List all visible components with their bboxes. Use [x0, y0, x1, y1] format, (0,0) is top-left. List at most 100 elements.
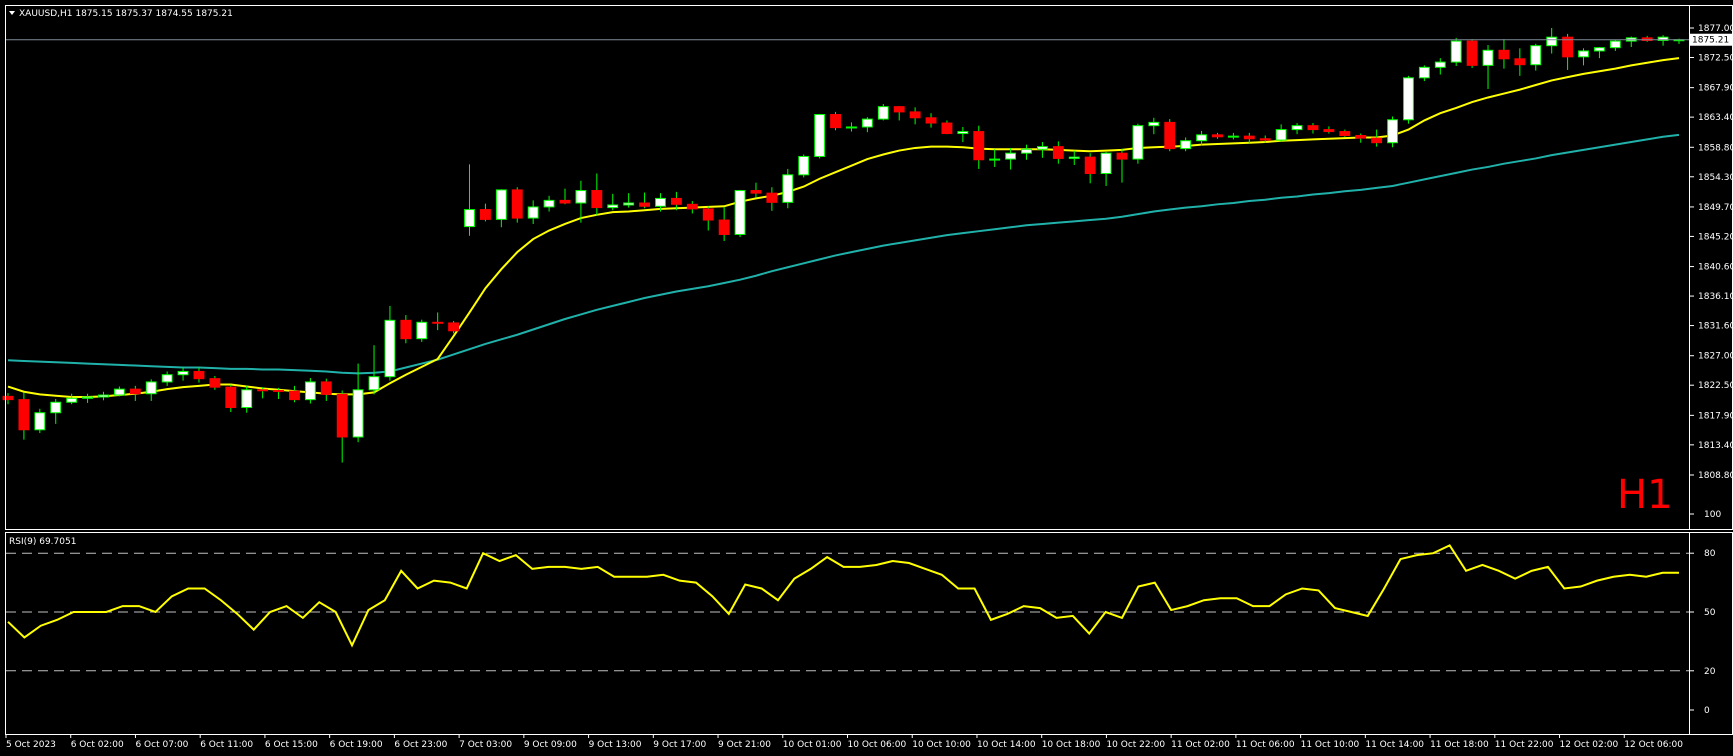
bull-candle-body: [1418, 66, 1430, 79]
bull-candle-body: [1132, 125, 1144, 160]
bear-candle-body: [289, 390, 300, 401]
timeframe-label: H1: [1617, 472, 1673, 518]
bull-candle-body: [66, 397, 78, 403]
price-tick-label: 1863.40: [1698, 113, 1733, 123]
bull-candle-body: [50, 401, 62, 414]
bull-candle-body: [384, 319, 396, 378]
time-tick-label: 9 Oct 13:00: [589, 740, 642, 750]
price-tick-label: 1817.90: [1698, 411, 1733, 421]
bull-candle-body: [543, 199, 555, 208]
bear-candle-body: [1212, 134, 1223, 138]
rsi-label: RSI(9) 69.7051: [9, 537, 76, 547]
bear-candle-body: [1466, 40, 1478, 66]
bull-candle-body: [1387, 119, 1398, 144]
bull-candle-body: [241, 389, 253, 408]
bear-candle-body: [257, 389, 269, 392]
price-tick-label: 1854.30: [1698, 173, 1733, 183]
bear-candle-body: [893, 106, 905, 113]
bear-candle-body: [686, 203, 698, 210]
rsi-tick-label: 50: [1704, 608, 1716, 618]
time-tick-label: 11 Oct 22:00: [1495, 740, 1554, 750]
bull-candle-body: [495, 189, 507, 220]
bull-candle-body: [877, 106, 889, 120]
time-tick-label: 9 Oct 09:00: [524, 740, 577, 750]
bull-candle-body: [1227, 135, 1239, 138]
time-tick-label: 12 Oct 06:00: [1624, 740, 1683, 750]
bear-candle-body: [129, 388, 141, 395]
bull-candle-body: [1068, 156, 1080, 159]
rsi-tick-label: 80: [1704, 549, 1716, 559]
bear-candle-body: [1116, 152, 1128, 160]
bull-candle-body: [1021, 148, 1032, 154]
bull-candle-body: [607, 204, 619, 209]
bear-candle-body: [925, 117, 937, 124]
bull-candle-body: [1005, 152, 1017, 160]
time-tick-label: 10 Oct 22:00: [1106, 740, 1165, 750]
bull-candle-body: [1100, 152, 1112, 175]
price-tick-label: 1877.00: [1698, 24, 1733, 34]
bull-candle-body: [989, 158, 1001, 161]
candle: [416, 319, 428, 342]
bull-candle-body: [113, 388, 125, 396]
bear-candle-body: [18, 399, 30, 431]
time-tick-label: 10 Oct 01:00: [783, 740, 842, 750]
bear-candle-body: [909, 111, 921, 119]
bull-candle-body: [957, 131, 969, 135]
bull-candle-body: [1546, 36, 1558, 47]
time-tick-label: 12 Oct 02:00: [1560, 740, 1619, 750]
bear-candle-body: [702, 208, 714, 221]
bear-candle-body: [511, 189, 523, 219]
time-tick-label: 6 Oct 02:00: [71, 740, 124, 750]
candle: [1403, 75, 1414, 124]
bull-candle-body: [527, 206, 539, 219]
time-tick-label: 10 Oct 14:00: [977, 740, 1036, 750]
price-tick-label: 1858.80: [1698, 143, 1733, 153]
bear-candle-body: [1052, 146, 1064, 159]
bull-candle-body: [145, 381, 157, 395]
candle: [798, 154, 810, 178]
price-tick-label: 1845.20: [1698, 232, 1733, 242]
bear-candle-body: [400, 319, 412, 340]
bear-candle-body: [973, 131, 985, 161]
candle: [814, 113, 826, 159]
bull-candle-body: [1450, 40, 1462, 63]
time-tick-label: 9 Oct 17:00: [653, 740, 706, 750]
price-tick-label: 1808.80: [1698, 471, 1733, 481]
bull-candle-body: [814, 114, 826, 157]
bull-candle-body: [1403, 77, 1414, 121]
bear-candle-body: [670, 197, 682, 205]
rsi-tick-label: 0: [1704, 706, 1710, 716]
time-tick-label: 6 Oct 11:00: [200, 740, 253, 750]
bear-candle-body: [1323, 129, 1335, 133]
bear-candle-body: [1498, 49, 1510, 60]
time-tick-label: 6 Oct 19:00: [330, 740, 383, 750]
bear-candle-body: [448, 322, 460, 332]
price-tick-label: 1836.10: [1698, 292, 1733, 302]
bull-candle-body: [82, 396, 94, 399]
bear-candle-body: [1259, 138, 1271, 141]
time-tick-label: 11 Oct 10:00: [1301, 740, 1360, 750]
bear-candle-body: [2, 395, 14, 401]
price-tick-label: 1822.50: [1698, 381, 1733, 391]
time-tick-label: 11 Oct 06:00: [1236, 740, 1295, 750]
time-tick-label: 6 Oct 15:00: [265, 740, 318, 750]
bear-candle-body: [1243, 135, 1255, 140]
bull-candle-body: [1609, 40, 1621, 49]
price-tick-label: 1867.90: [1698, 84, 1733, 94]
bear-candle-body: [718, 219, 730, 235]
time-tick-label: 6 Oct 07:00: [135, 740, 188, 750]
bull-candle-body: [177, 370, 189, 376]
bull-candle-body: [34, 412, 46, 431]
bull-candle-body: [1578, 50, 1589, 58]
bear-candle-body: [941, 122, 953, 135]
bear-candle-body: [193, 370, 205, 380]
bull-candle-body: [352, 389, 364, 438]
bull-candle-body: [623, 202, 635, 206]
candle: [1450, 37, 1462, 67]
bear-candle-body: [432, 321, 444, 324]
candle: [1466, 39, 1478, 68]
bull-candle-body: [304, 381, 316, 401]
time-tick-label: 10 Oct 10:00: [912, 740, 971, 750]
rsi-tick-label: 20: [1704, 667, 1716, 677]
bear-candle-body: [1514, 58, 1526, 66]
